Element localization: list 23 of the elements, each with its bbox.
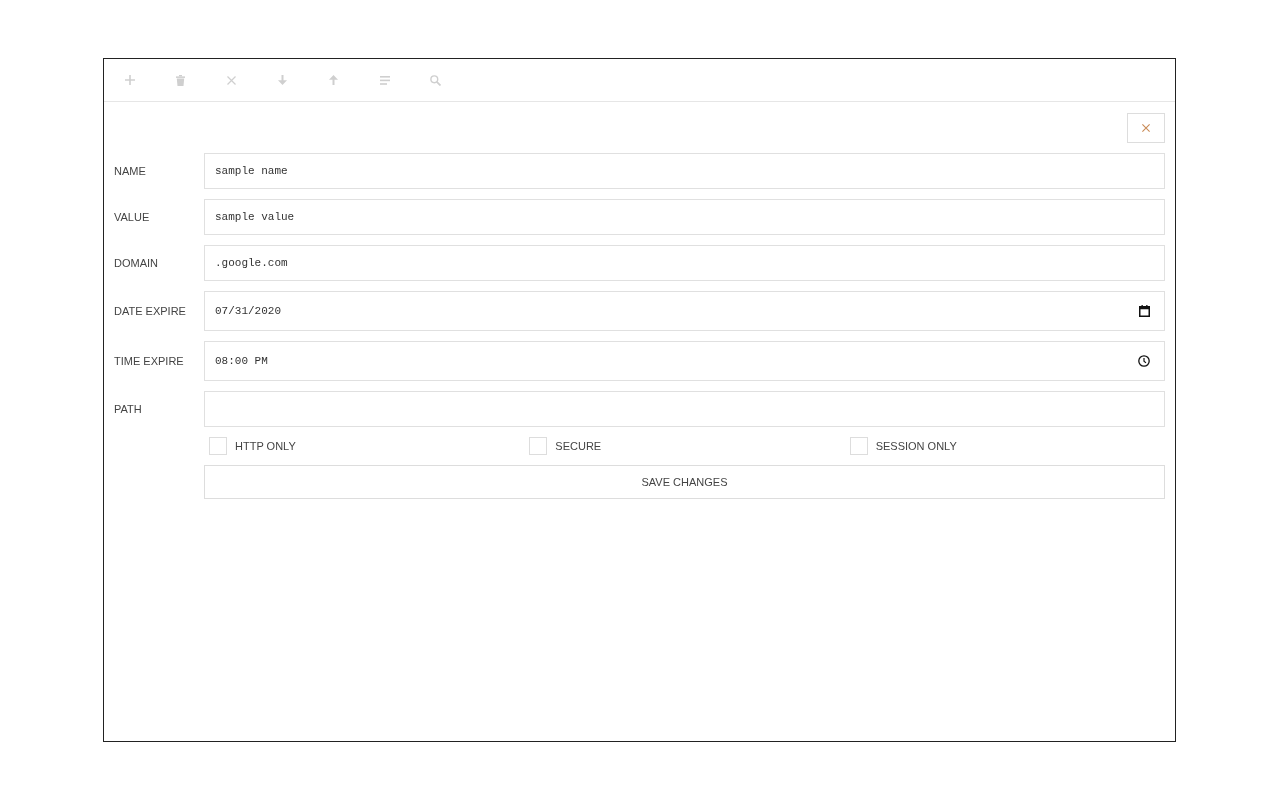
clock-icon[interactable]: [1138, 355, 1150, 367]
field-label: PATH: [114, 403, 142, 415]
field-label: TIME EXPIRE: [114, 355, 184, 367]
input-field[interactable]: [204, 391, 1165, 427]
checkbox[interactable]: [209, 437, 227, 455]
input-field[interactable]: sample name: [204, 153, 1165, 189]
checkbox-label[interactable]: SECURE: [555, 440, 602, 452]
field-label: NAME: [114, 165, 146, 177]
date-field[interactable]: 07/31/2020: [204, 291, 1165, 331]
field-label: DOMAIN: [114, 257, 158, 269]
checkbox-label[interactable]: HTTP ONLY: [235, 440, 296, 452]
time-field[interactable]: 08:00 PM: [204, 341, 1165, 381]
input-field[interactable]: .google.com: [204, 245, 1165, 281]
close-button[interactable]: [1127, 113, 1165, 143]
field-label: DATE EXPIRE: [114, 305, 186, 317]
input-field[interactable]: sample value: [204, 199, 1165, 235]
checkbox-label[interactable]: SESSION ONLY: [875, 440, 957, 452]
close-icon: [1142, 124, 1150, 132]
calendar-icon[interactable]: [1139, 305, 1150, 317]
save-button[interactable]: SAVE CHANGES: [204, 465, 1165, 499]
checkbox[interactable]: [849, 437, 868, 455]
field-label: VALUE: [114, 211, 150, 223]
checkbox[interactable]: [529, 437, 548, 455]
